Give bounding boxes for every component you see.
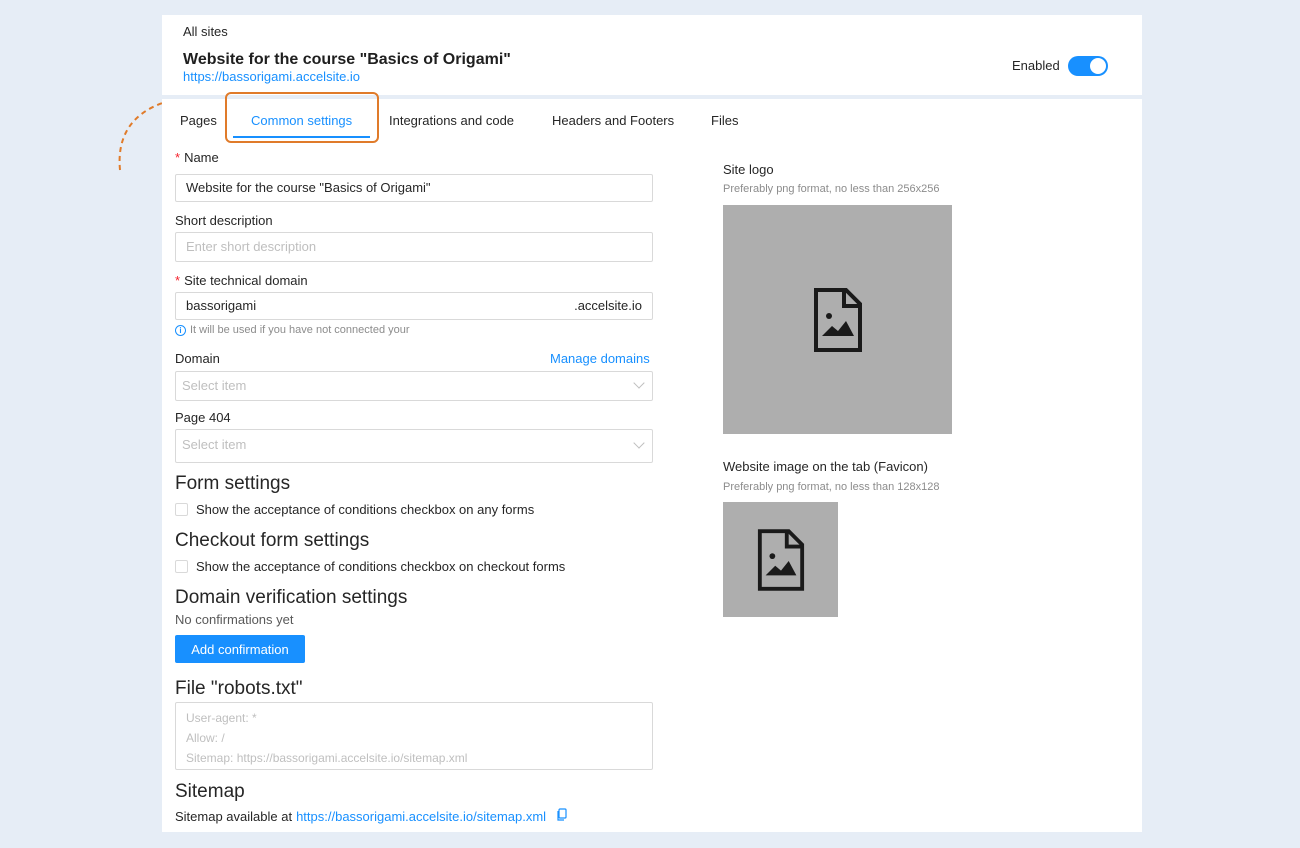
favicon-label: Website image on the tab (Favicon): [723, 459, 928, 474]
enabled-label: Enabled: [1012, 58, 1060, 73]
page404-select-placeholder: Select item: [182, 437, 247, 452]
enabled-toggle[interactable]: [1068, 56, 1108, 76]
add-confirmation-button[interactable]: Add confirmation: [175, 635, 305, 663]
checkout-conditions-label: Show the acceptance of conditions checkb…: [196, 559, 566, 574]
copy-icon[interactable]: [556, 808, 568, 824]
checkout-settings-title: Checkout form settings: [175, 530, 370, 551]
active-tab-indicator: [233, 136, 370, 138]
tab-integrations-and-code[interactable]: Integrations and code: [389, 113, 514, 128]
robots-line: Allow: /: [186, 731, 225, 745]
technical-domain-value: bassorigami: [186, 298, 257, 313]
tab-files[interactable]: Files: [711, 113, 738, 128]
site-url-link[interactable]: https://bassorigami.accelsite.io: [183, 69, 360, 84]
site-logo-label: Site logo: [723, 162, 774, 177]
favicon-hint: Preferably png format, no less than 128x…: [723, 481, 940, 493]
tab-headers-and-footers[interactable]: Headers and Footers: [552, 113, 674, 128]
required-marker: *: [175, 150, 181, 165]
page404-label: Page 404: [175, 410, 231, 425]
technical-domain-input[interactable]: bassorigami .accelsite.io: [175, 292, 653, 320]
form-settings-title: Form settings: [175, 473, 291, 494]
image-file-icon: [813, 287, 862, 352]
image-file-icon: [757, 528, 804, 591]
technical-domain-label: * Site technical domain: [175, 273, 308, 288]
info-icon: i: [175, 324, 186, 336]
required-marker: *: [175, 273, 181, 288]
checkout-conditions-checkbox-row[interactable]: Show the acceptance of conditions checkb…: [175, 559, 565, 574]
form-conditions-checkbox-row[interactable]: Show the acceptance of conditions checkb…: [175, 502, 534, 517]
page-title: Website for the course "Basics of Origam…: [183, 51, 511, 68]
no-confirmations-text: No confirmations yet: [175, 612, 294, 627]
short-description-label: Short description: [175, 213, 273, 228]
site-header: All sites Website for the course "Basics…: [162, 15, 1142, 95]
site-logo-hint: Preferably png format, no less than 256x…: [723, 183, 940, 195]
tab-pages[interactable]: Pages: [180, 113, 217, 128]
tab-common-settings[interactable]: Common settings: [251, 113, 352, 128]
robots-line: Sitemap: https://bassorigami.accelsite.i…: [186, 751, 468, 765]
settings-panel: Pages Common settings Integrations and c…: [162, 92, 1142, 832]
name-label: * Name: [175, 150, 219, 165]
toggle-knob: [1090, 58, 1106, 74]
robots-title: File "robots.txt": [175, 678, 303, 699]
form-conditions-checkbox[interactable]: [175, 503, 188, 516]
domain-label: Domain: [175, 351, 220, 366]
tab-bar: Pages Common settings Integrations and c…: [162, 92, 1142, 149]
manage-domains-link[interactable]: Manage domains: [550, 351, 650, 366]
sitemap-title: Sitemap: [175, 781, 245, 802]
sitemap-prefix: Sitemap available at: [175, 808, 293, 824]
technical-domain-hint: i It will be used if you have not connec…: [175, 324, 410, 336]
page404-select[interactable]: Select item: [175, 429, 653, 463]
domain-verification-title: Domain verification settings: [175, 587, 408, 608]
domain-select[interactable]: Select item: [175, 371, 653, 401]
domain-suffix: .accelsite.io: [574, 298, 642, 313]
form-conditions-label: Show the acceptance of conditions checkb…: [196, 502, 535, 517]
chevron-down-icon: [633, 377, 645, 389]
sitemap-url-link[interactable]: https://bassorigami.accelsite.io/sitemap…: [296, 809, 546, 824]
short-description-input[interactable]: Enter short description: [175, 232, 653, 262]
robots-textarea[interactable]: User-agent: * Allow: / Sitemap: https://…: [175, 702, 653, 770]
site-logo-upload[interactable]: [723, 205, 952, 434]
domain-select-placeholder: Select item: [182, 378, 247, 393]
favicon-upload[interactable]: [723, 502, 838, 617]
chevron-down-icon: [633, 437, 645, 449]
sitemap-availability: Sitemap available at https://bassorigami…: [175, 808, 568, 824]
breadcrumb-all-sites[interactable]: All sites: [183, 24, 228, 39]
robots-line: User-agent: *: [186, 711, 257, 725]
name-input[interactable]: Website for the course "Basics of Origam…: [175, 174, 653, 202]
checkout-conditions-checkbox[interactable]: [175, 560, 188, 573]
